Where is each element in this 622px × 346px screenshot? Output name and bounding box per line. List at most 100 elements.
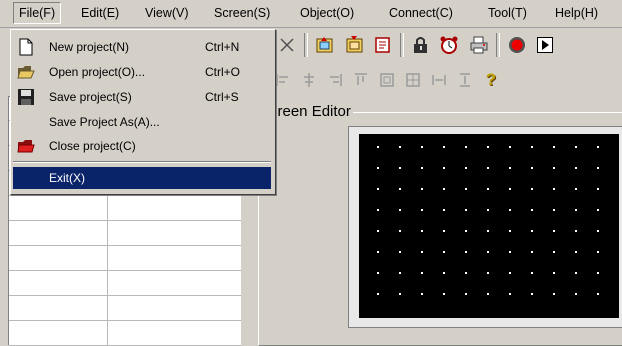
canvas-grid-dot: [553, 167, 555, 169]
menu-item-save-project-as[interactable]: Save Project As(A)...: [13, 111, 271, 133]
print-button[interactable]: [466, 32, 492, 58]
canvas-grid-dot: [531, 188, 533, 190]
menu-edit[interactable]: Edit(E): [81, 6, 119, 20]
menu-item-new-project[interactable]: New project(N) Ctrl+N: [13, 36, 271, 58]
download-screen-button[interactable]: [342, 32, 368, 58]
canvas-grid-dot: [487, 146, 489, 148]
canvas-grid-dot: [531, 167, 533, 169]
canvas-grid-dot: [575, 230, 577, 232]
lock-button[interactable]: [408, 32, 434, 58]
menu-tool[interactable]: Tool(T): [488, 6, 527, 20]
menu-item-close-project[interactable]: Close project(C): [13, 135, 271, 157]
menu-file[interactable]: File(F): [13, 2, 62, 24]
canvas-grid-dot: [465, 146, 467, 148]
canvas-grid-dot: [377, 167, 379, 169]
canvas-grid-dot: [487, 272, 489, 274]
screen-download-icon: [346, 36, 363, 53]
menu-help[interactable]: Help(H): [555, 6, 598, 20]
canvas-grid-dot: [443, 146, 445, 148]
canvas-grid-dot: [531, 272, 533, 274]
lock-icon: [414, 37, 427, 53]
canvas-grid-dot: [399, 188, 401, 190]
canvas-grid-dot: [443, 167, 445, 169]
canvas-grid-dot: [443, 209, 445, 211]
menu-screen[interactable]: Screen(S): [214, 6, 270, 20]
canvas-grid-dot: [377, 230, 379, 232]
run-simulation-button[interactable]: [504, 32, 530, 58]
space-horizontal-icon: [432, 75, 446, 85]
align-top-button[interactable]: [348, 67, 374, 93]
align-left-icon: [276, 74, 288, 86]
group-button[interactable]: [374, 67, 400, 93]
canvas-grid-dot: [553, 251, 555, 253]
align-right-icon: [330, 74, 342, 86]
screen-canvas[interactable]: [359, 134, 619, 318]
canvas-grid-dot: [531, 293, 533, 295]
canvas-grid-dot: [377, 188, 379, 190]
canvas-grid-dot: [509, 251, 511, 253]
canvas-grid-dot: [509, 230, 511, 232]
screen-list-button[interactable]: [370, 32, 396, 58]
canvas-grid-dot: [465, 251, 467, 253]
canvas-grid-dot: [443, 272, 445, 274]
canvas-grid-dot: [399, 251, 401, 253]
canvas-grid-dot: [487, 188, 489, 190]
printer-icon: [470, 36, 488, 54]
canvas-grid-dot: [421, 146, 423, 148]
align-center-button[interactable]: [296, 67, 322, 93]
canvas-grid-dot: [597, 272, 599, 274]
canvas-grid-dot: [575, 188, 577, 190]
play-button[interactable]: [532, 32, 558, 58]
open-folder-icon: [17, 66, 35, 79]
canvas-grid-dot: [465, 209, 467, 211]
canvas-grid-dot: [399, 272, 401, 274]
canvas-grid-dot: [553, 293, 555, 295]
screen-editor-title: creen Editor: [268, 103, 353, 120]
delete-x-button[interactable]: [274, 32, 300, 58]
canvas-grid-dot: [421, 188, 423, 190]
canvas-grid-dot: [553, 146, 555, 148]
menu-bar: File(F) Edit(E) View(V) Screen(S) Object…: [0, 0, 622, 28]
canvas-grid-dot: [377, 293, 379, 295]
canvas-grid-dot: [399, 293, 401, 295]
canvas-grid-dot: [575, 167, 577, 169]
question-mark-icon: ?: [485, 70, 497, 89]
alignment-toolbar: ?: [270, 63, 622, 97]
canvas-grid-dot: [509, 167, 511, 169]
close-folder-icon: [17, 140, 35, 153]
alarm-button[interactable]: [436, 32, 462, 58]
canvas-grid-dot: [443, 293, 445, 295]
group-icon: [380, 73, 394, 87]
canvas-grid-dot: [575, 251, 577, 253]
space-horizontal-button[interactable]: [426, 67, 452, 93]
canvas-grid-dot: [553, 230, 555, 232]
canvas-grid-dot: [399, 230, 401, 232]
canvas-grid-dot: [553, 209, 555, 211]
canvas-grid-dot: [487, 293, 489, 295]
canvas-grid-dot: [487, 167, 489, 169]
canvas-grid-dot: [553, 272, 555, 274]
menu-item-exit[interactable]: Exit(X): [13, 167, 271, 189]
canvas-grid-dot: [597, 188, 599, 190]
menu-object[interactable]: Object(O): [300, 6, 354, 20]
menu-item-save-project[interactable]: Save project(S) Ctrl+S: [13, 86, 271, 108]
menu-view[interactable]: View(V): [145, 6, 189, 20]
canvas-grid-dot: [399, 167, 401, 169]
screen-list-icon: [375, 37, 390, 53]
menu-connect[interactable]: Connect(C): [389, 6, 453, 20]
align-right-button[interactable]: [322, 67, 348, 93]
upload-screen-button[interactable]: [312, 32, 338, 58]
canvas-grid-dot: [421, 251, 423, 253]
canvas-grid-dot: [421, 230, 423, 232]
canvas-grid-dot: [597, 167, 599, 169]
canvas-grid-dot: [575, 293, 577, 295]
ungroup-button[interactable]: [400, 67, 426, 93]
canvas-grid-dot: [509, 188, 511, 190]
canvas-grid-dot: [377, 251, 379, 253]
help-button[interactable]: ?: [478, 67, 504, 93]
canvas-grid-dot: [575, 272, 577, 274]
space-vertical-button[interactable]: [452, 67, 478, 93]
menu-item-open-project[interactable]: Open project(O)... Ctrl+O: [13, 61, 271, 83]
canvas-grid-dot: [377, 209, 379, 211]
record-circle-icon: [509, 37, 525, 53]
